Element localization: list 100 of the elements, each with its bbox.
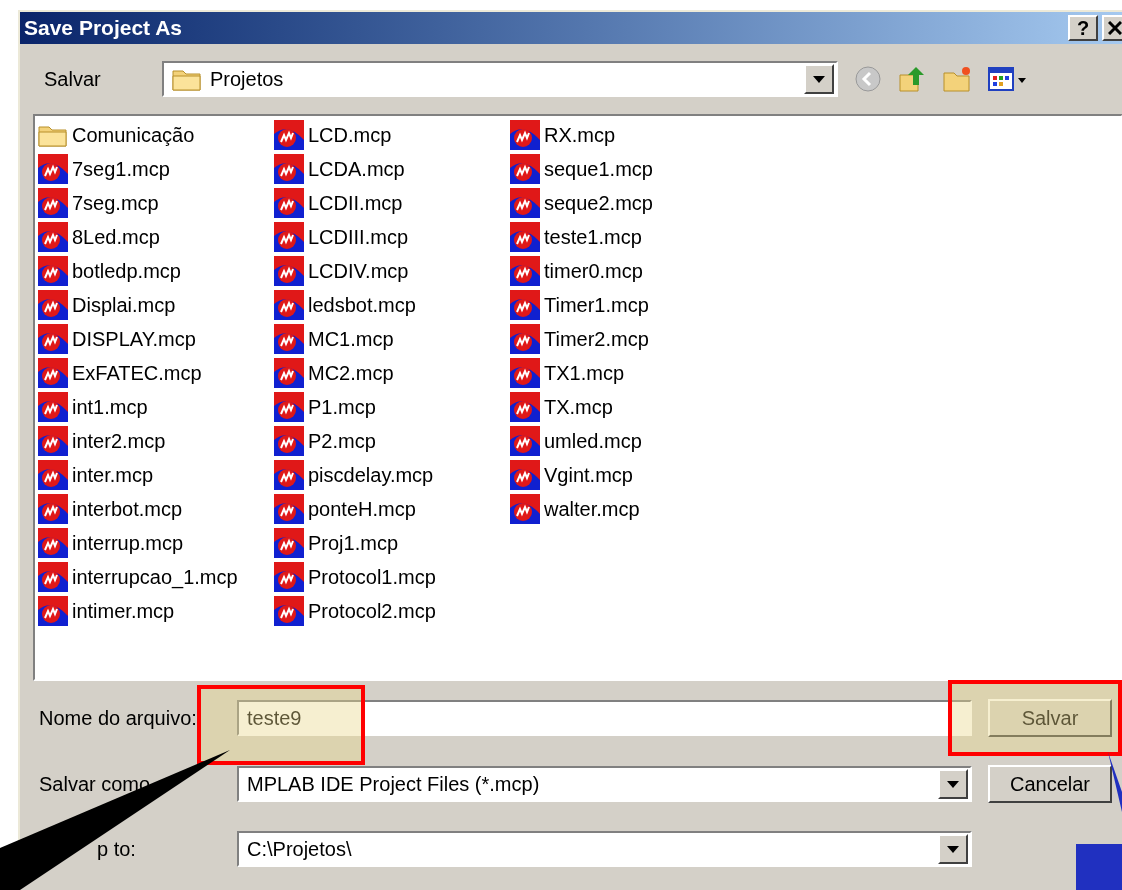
file-item[interactable]: LCDII.mcp xyxy=(274,186,510,220)
project-file-icon xyxy=(510,120,540,150)
dropdown-arrow-button[interactable] xyxy=(938,769,968,799)
project-file-icon xyxy=(510,324,540,354)
file-item[interactable]: RX.mcp xyxy=(510,118,746,152)
project-file-icon xyxy=(510,222,540,252)
caret-icon xyxy=(947,845,959,853)
file-type-dropdown[interactable]: MPLAB IDE Project Files (*.mcp) xyxy=(237,766,972,802)
project-file-icon xyxy=(38,290,68,320)
field-value: teste9 xyxy=(247,706,302,731)
project-file-icon xyxy=(274,426,304,456)
file-item[interactable]: seque1.mcp xyxy=(510,152,746,186)
file-item[interactable]: LCD.mcp xyxy=(274,118,510,152)
back-icon[interactable] xyxy=(854,65,882,93)
file-item[interactable]: LCDIV.mcp xyxy=(274,254,510,288)
project-file-icon xyxy=(38,460,68,490)
file-item[interactable]: interrupcao_1.mcp xyxy=(38,560,274,594)
file-item[interactable]: LCDIII.mcp xyxy=(274,220,510,254)
file-item[interactable]: MC2.mcp xyxy=(274,356,510,390)
project-file-icon xyxy=(274,256,304,286)
project-file-icon xyxy=(38,494,68,524)
file-item[interactable]: LCDA.mcp xyxy=(274,152,510,186)
project-file-icon xyxy=(274,528,304,558)
project-file-icon xyxy=(274,562,304,592)
file-item[interactable]: ledsbot.mcp xyxy=(274,288,510,322)
field-label: Nome do arquivo: xyxy=(39,706,198,731)
file-item[interactable]: botledp.mcp xyxy=(38,254,274,288)
view-menu-icon[interactable] xyxy=(988,66,1028,92)
project-file-icon xyxy=(274,120,304,150)
file-item[interactable]: ponteH.mcp xyxy=(274,492,510,526)
dialog-button[interactable]: Cancelar xyxy=(988,765,1112,803)
folder-icon xyxy=(38,123,68,147)
file-item[interactable]: MC1.mcp xyxy=(274,322,510,356)
file-item[interactable]: inter.mcp xyxy=(38,458,274,492)
close-button[interactable] xyxy=(1102,15,1122,41)
project-file-icon xyxy=(274,154,304,184)
dropdown-arrow-button[interactable] xyxy=(938,834,968,864)
project-file-icon xyxy=(38,426,68,456)
project-file-icon xyxy=(274,290,304,320)
file-item[interactable]: piscdelay.mcp xyxy=(274,458,510,492)
caret-icon xyxy=(947,780,959,788)
dialog-button[interactable]: Salvar xyxy=(988,699,1112,737)
file-item[interactable]: teste1.mcp xyxy=(510,220,746,254)
help-button[interactable]: ? xyxy=(1068,15,1098,41)
file-item[interactable]: DISPLAY.mcp xyxy=(38,322,274,356)
file-item[interactable]: Vgint.mcp xyxy=(510,458,746,492)
field-value: MPLAB IDE Project Files (*.mcp) xyxy=(247,772,540,797)
project-file-icon xyxy=(38,528,68,558)
file-name-field[interactable]: teste9 xyxy=(237,700,972,736)
project-file-icon xyxy=(510,426,540,456)
file-item[interactable]: intimer.mcp xyxy=(38,594,274,628)
file-item[interactable]: int1.mcp xyxy=(38,390,274,424)
file-item[interactable]: Proj1.mcp xyxy=(274,526,510,560)
file-item[interactable]: TX1.mcp xyxy=(510,356,746,390)
file-item[interactable]: 7seg1.mcp xyxy=(38,152,274,186)
file-item[interactable]: Displai.mcp xyxy=(38,288,274,322)
project-file-icon xyxy=(274,494,304,524)
project-file-icon xyxy=(38,562,68,592)
project-file-icon xyxy=(510,256,540,286)
caret-icon xyxy=(813,75,825,83)
project-file-icon xyxy=(274,392,304,422)
file-item[interactable]: Protocol2.mcp xyxy=(274,594,510,628)
project-file-icon xyxy=(38,324,68,354)
file-item[interactable]: 8Led.mcp xyxy=(38,220,274,254)
file-item[interactable]: walter.mcp xyxy=(510,492,746,526)
file-item[interactable]: Timer1.mcp xyxy=(510,288,746,322)
file-item[interactable]: P2.mcp xyxy=(274,424,510,458)
project-file-icon xyxy=(38,392,68,422)
window-title: Save Project As xyxy=(24,15,182,42)
project-file-icon xyxy=(38,358,68,388)
file-item[interactable]: Timer2.mcp xyxy=(510,322,746,356)
file-item[interactable]: timer0.mcp xyxy=(510,254,746,288)
project-file-icon xyxy=(510,154,540,184)
file-item[interactable]: 7seg.mcp xyxy=(38,186,274,220)
file-item[interactable]: interbot.mcp xyxy=(38,492,274,526)
project-file-icon xyxy=(274,324,304,354)
file-item[interactable]: ExFATEC.mcp xyxy=(38,356,274,390)
file-item[interactable]: Protocol1.mcp xyxy=(274,560,510,594)
file-item[interactable]: seque2.mcp xyxy=(510,186,746,220)
file-item[interactable]: Comunicação xyxy=(38,118,274,152)
project-file-icon xyxy=(510,392,540,422)
project-file-icon xyxy=(510,358,540,388)
jump-to-dropdown[interactable]: C:\Projetos\ xyxy=(237,831,972,867)
file-item[interactable]: umled.mcp xyxy=(510,424,746,458)
project-file-icon xyxy=(274,358,304,388)
file-item[interactable]: P1.mcp xyxy=(274,390,510,424)
project-file-icon xyxy=(38,256,68,286)
project-file-icon xyxy=(510,460,540,490)
project-file-icon xyxy=(38,188,68,218)
project-file-icon xyxy=(38,154,68,184)
file-item[interactable]: TX.mcp xyxy=(510,390,746,424)
file-item[interactable]: interrup.mcp xyxy=(38,526,274,560)
project-file-icon xyxy=(510,494,540,524)
save-in-dropdown[interactable]: Projetos xyxy=(162,61,838,97)
dropdown-arrow-button[interactable] xyxy=(804,64,834,94)
save-in-value: Projetos xyxy=(210,67,284,92)
project-file-icon xyxy=(38,596,68,626)
field-value: C:\Projetos\ xyxy=(247,837,352,862)
folder-icon xyxy=(172,67,202,91)
file-item[interactable]: inter2.mcp xyxy=(38,424,274,458)
